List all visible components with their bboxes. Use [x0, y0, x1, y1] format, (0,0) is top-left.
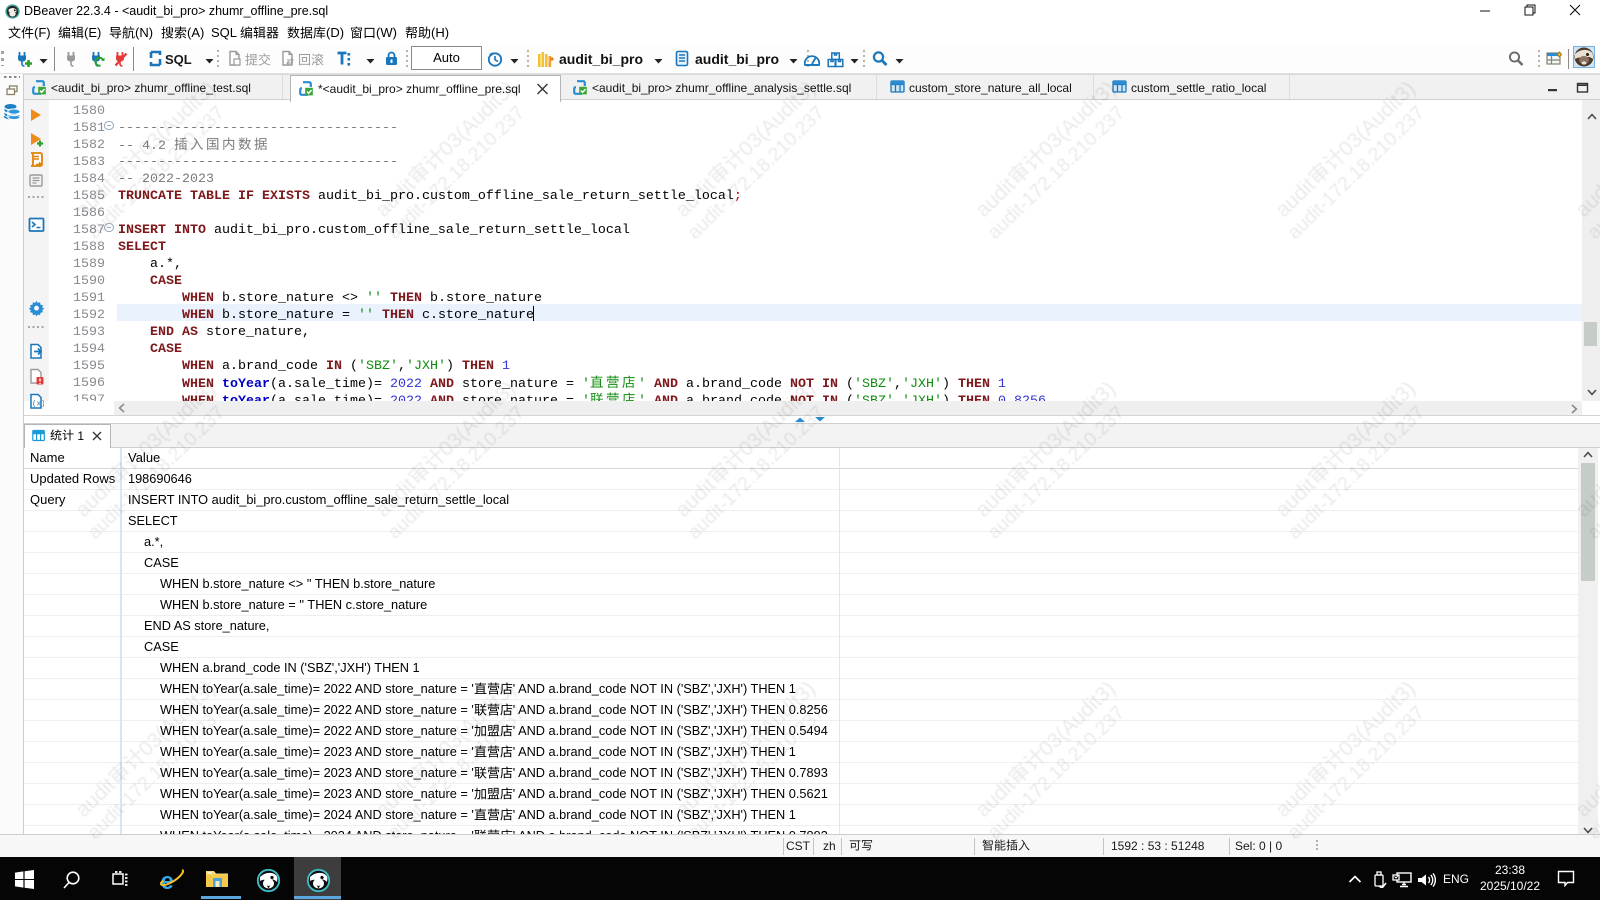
svg-text:(x): (x)	[32, 401, 44, 409]
